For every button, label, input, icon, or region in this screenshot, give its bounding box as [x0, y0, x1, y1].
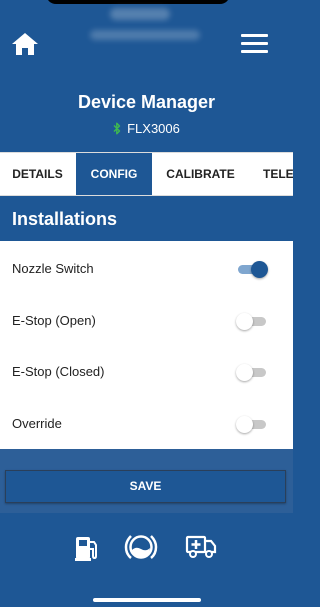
page-title: Device Manager [77, 92, 216, 112]
tab-config[interactable]: CONFIG [76, 153, 152, 195]
tab-details[interactable]: DETAILS [0, 153, 75, 195]
setting-row-nozzle-switch: Nozzle Switch [0, 243, 293, 295]
override-toggle[interactable] [236, 416, 268, 433]
estop-open-toggle[interactable] [236, 313, 268, 330]
tab-calibrate[interactable]: CALIBRATE [153, 153, 248, 195]
setting-row-estop-closed: E-Stop (Closed) [0, 346, 293, 398]
tank-gauge-icon[interactable] [124, 532, 158, 562]
home-indicator[interactable] [93, 598, 201, 602]
home-icon [12, 33, 38, 55]
home-button[interactable] [11, 32, 39, 56]
section-title: Installations [0, 197, 293, 241]
setting-label: E-Stop (Open) [12, 313, 96, 328]
tab-telemetry[interactable]: TELE [251, 153, 293, 195]
setting-row-override: Override [0, 398, 293, 450]
nozzle-switch-toggle[interactable] [236, 261, 268, 278]
device-notch [46, 0, 230, 4]
bottom-nav [0, 513, 293, 607]
estop-closed-toggle[interactable] [236, 364, 268, 381]
settings-list: Nozzle Switch E-Stop (Open) E-Stop (Clos… [0, 241, 293, 449]
setting-label: Nozzle Switch [12, 261, 94, 276]
save-bar: SAVE [0, 449, 293, 513]
obscured-status-subtitle [90, 30, 200, 40]
device-id: FLX3006 [127, 121, 180, 136]
fuel-pump-icon[interactable] [74, 532, 100, 562]
tab-bar: DETAILS CONFIG CALIBRATE TELE [0, 152, 293, 196]
hamburger-menu-icon [241, 34, 268, 37]
setting-row-estop-open: E-Stop (Open) [0, 295, 293, 347]
app-header: Device Manager FLX3006 [0, 0, 293, 152]
device-connection: FLX3006 [0, 121, 293, 136]
setting-label: E-Stop (Closed) [12, 364, 105, 379]
obscured-status-title [110, 8, 170, 20]
bluetooth-icon [113, 122, 121, 135]
save-button[interactable]: SAVE [5, 470, 286, 503]
service-truck-icon[interactable] [185, 532, 217, 560]
menu-button[interactable] [241, 34, 268, 54]
setting-label: Override [12, 416, 62, 431]
